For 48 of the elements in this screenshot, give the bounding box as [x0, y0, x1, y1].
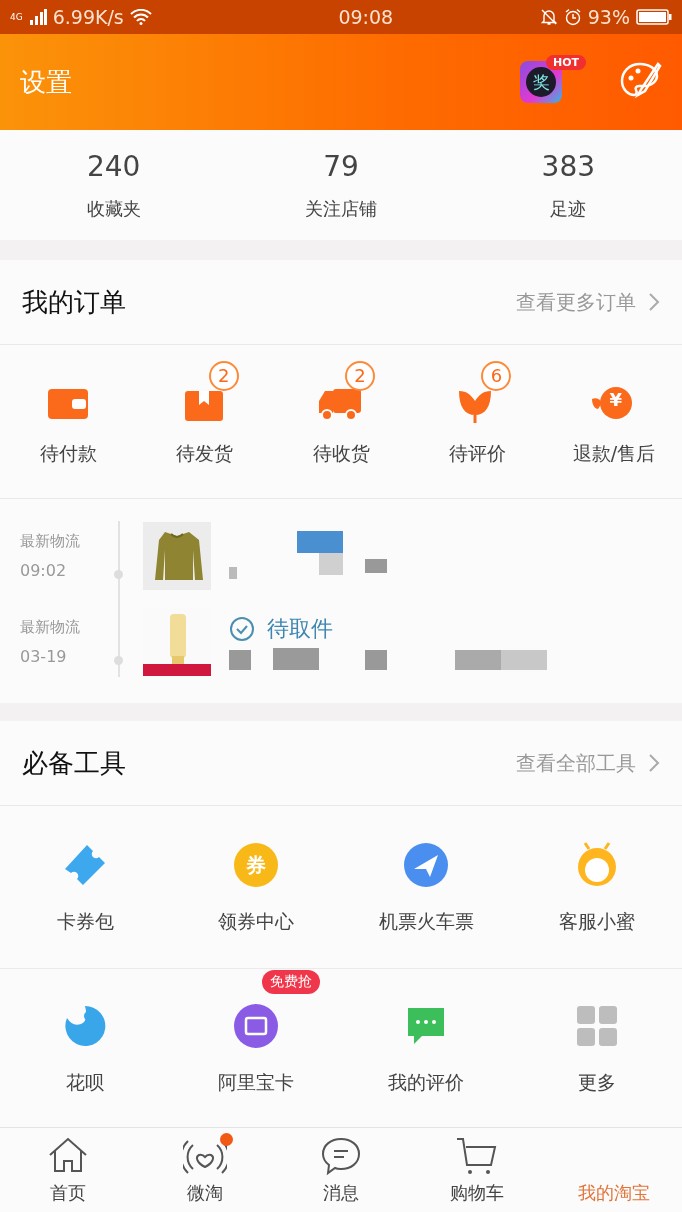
stat-item[interactable]: 383 足迹: [454, 130, 682, 240]
tool-button[interactable]: 客服小蜜: [511, 806, 682, 969]
wifi-icon: [129, 9, 152, 25]
tab-item[interactable]: 购物车: [409, 1128, 546, 1212]
signal-icon: [28, 9, 47, 25]
count-badge: 6: [481, 360, 512, 391]
check-circle-icon: [229, 616, 255, 642]
tools-title: 必备工具: [22, 746, 126, 780]
alarm-icon: [563, 8, 582, 26]
battery-percent: 93%: [587, 6, 630, 28]
tool-button[interactable]: 花呗: [0, 969, 171, 1127]
hot-badge: HOT: [546, 55, 587, 70]
tool-button[interactable]: 我的评价: [341, 969, 512, 1127]
promo-badge: 免费抢: [261, 970, 320, 994]
tool-button[interactable]: 券 领券中心: [170, 806, 341, 969]
count-badge: 2: [345, 360, 375, 391]
logistics-label: 最新物流: [20, 618, 81, 637]
logistics-label: 最新物流: [20, 532, 81, 551]
logistics-time: 03-19: [20, 647, 68, 666]
tab-item[interactable]: 消息: [272, 1128, 410, 1212]
tab-item[interactable]: 首页: [0, 1128, 137, 1212]
stat-item[interactable]: 79 关注店铺: [227, 130, 455, 240]
order-status-button[interactable]: 待付款: [0, 345, 137, 498]
logistics-row[interactable]: 最新物流 03-19 待取件: [0, 599, 682, 685]
logistics-time: 09:02: [20, 561, 68, 580]
order-status-button[interactable]: 2 待收货: [272, 345, 410, 498]
tool-button[interactable]: 机票火车票: [341, 806, 512, 969]
muted-bell-icon: [539, 8, 558, 26]
battery-icon: [636, 9, 672, 25]
order-status-button[interactable]: 2 待发货: [136, 345, 273, 498]
network-speed: 6.99K/s: [52, 6, 124, 28]
chevron-right-icon: [648, 292, 660, 312]
chat-bubble-icon: [319, 1135, 363, 1177]
coupon-glyph: 券: [245, 855, 266, 875]
tool-button[interactable]: 更多: [511, 969, 682, 1127]
pickup-status: 待取件: [267, 615, 333, 643]
count-badge: 2: [208, 360, 239, 391]
stat-item[interactable]: 240 收藏夹: [0, 130, 228, 240]
tab-item[interactable]: 微淘: [136, 1128, 273, 1212]
currency-glyph: ¥: [608, 388, 624, 410]
tool-button[interactable]: 卡券包: [0, 806, 171, 969]
tool-button[interactable]: 免费抢 阿里宝卡: [170, 969, 341, 1127]
order-status-button[interactable]: ¥ 退款/售后: [545, 345, 682, 498]
network-label: 4G: [10, 12, 23, 22]
order-status-button[interactable]: 6 待评价: [409, 345, 546, 498]
chevron-right-icon: [648, 753, 660, 773]
clock: 09:08: [338, 6, 394, 28]
orders-title: 我的订单: [22, 285, 126, 319]
